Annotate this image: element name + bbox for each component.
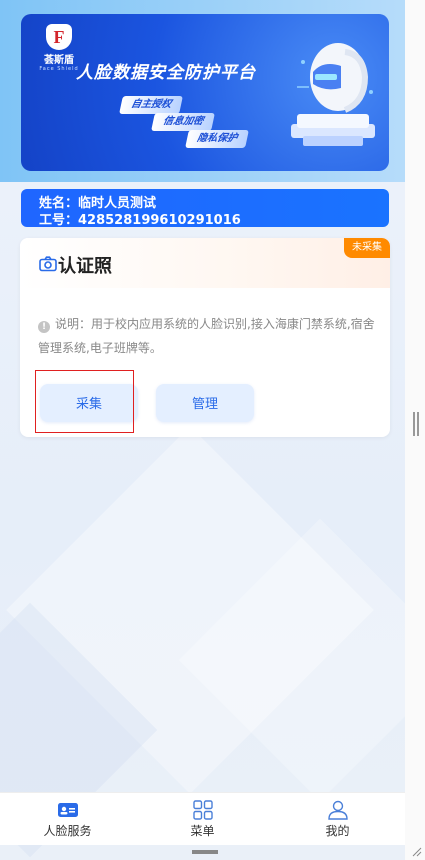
user-icon [327, 800, 348, 820]
banner-tag: 隐私保护 [185, 130, 249, 148]
user-id: 工号：428528199610291016 [39, 213, 241, 228]
tab-label: 菜单 [190, 824, 215, 838]
id-card-icon [57, 803, 78, 817]
user-info-bar: 姓名：临时人员测试 工号：428528199610291016 [21, 189, 389, 228]
info-icon: ! [38, 321, 50, 333]
shield-logo-icon: F [46, 24, 72, 50]
status-badge: 未采集 [344, 238, 390, 258]
camera-icon [39, 256, 57, 272]
tab-face-service[interactable]: 人脸服务 [0, 793, 135, 845]
app-screen: F 荟斯盾 Face Shield 人脸数据安全防护平台 自主授权 信息加密 隐… [0, 0, 405, 860]
manage-button[interactable]: 管理 [156, 384, 254, 422]
corner-resize-icon[interactable] [412, 847, 422, 857]
grid-icon [192, 800, 213, 820]
banner-tag: 信息加密 [151, 113, 215, 131]
banner-title: 人脸数据安全防护平台 [76, 63, 256, 83]
card-description: ! 说明：用于校内应用系统的人脸识别,接入海康门禁系统,宿舍管理系统,电子班牌等。 [38, 312, 378, 360]
resize-handle[interactable] [413, 412, 419, 436]
tab-label: 人脸服务 [43, 824, 92, 838]
banner: F 荟斯盾 Face Shield 人脸数据安全防护平台 自主授权 信息加密 隐… [21, 14, 389, 171]
card-title: 认证照 [58, 256, 112, 277]
drag-handle[interactable] [192, 850, 218, 854]
tab-menu[interactable]: 菜单 [135, 793, 270, 845]
banner-tag: 自主授权 [119, 96, 183, 114]
face-scan-robot-illustration [291, 43, 375, 146]
description-text: 说明：用于校内应用系统的人脸识别,接入海康门禁系统,宿舍管理系统,电子班牌等。 [38, 317, 375, 355]
banner-area: F 荟斯盾 Face Shield 人脸数据安全防护平台 自主授权 信息加密 隐… [0, 0, 405, 182]
tab-mine[interactable]: 我的 [270, 793, 405, 845]
highlight-box [35, 370, 134, 433]
tab-label: 我的 [325, 824, 350, 838]
bottom-tab-bar: 人脸服务 菜单 我的 [0, 792, 405, 845]
